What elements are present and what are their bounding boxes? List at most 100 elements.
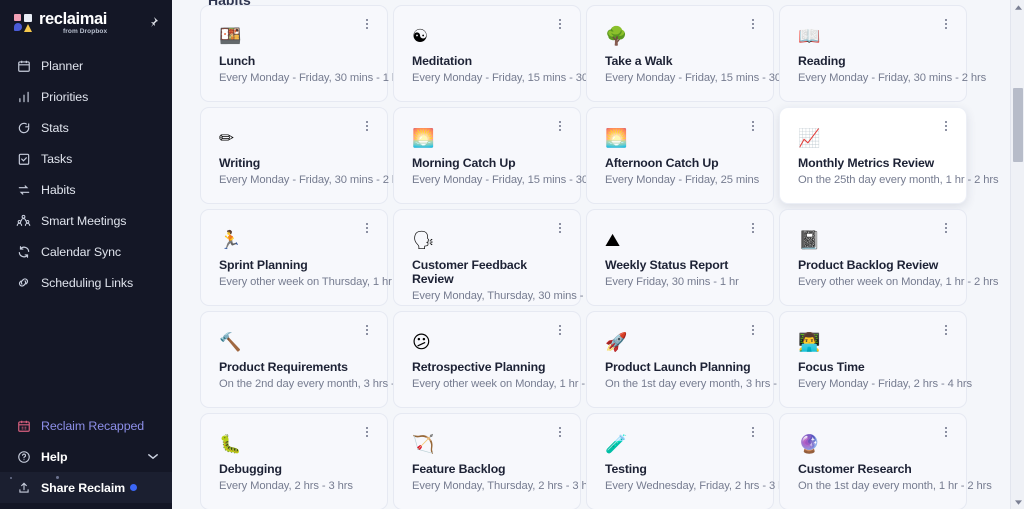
sidebar-nav: Planner Priorities Stats Tasks Habits Sm… — [0, 46, 172, 298]
habit-card-title: Monthly Metrics Review — [798, 156, 935, 170]
sidebar-item-habits[interactable]: Habits — [0, 174, 172, 205]
brand-name: reclaimai — [39, 9, 107, 28]
habit-card-title: Customer Feedback Review — [412, 258, 527, 286]
card-overflow-menu-icon[interactable] — [361, 119, 373, 133]
open-book-icon: 📖 — [798, 26, 821, 47]
card-overflow-menu-icon[interactable] — [747, 221, 759, 235]
sidebar-item-stats[interactable]: Stats — [0, 112, 172, 143]
brand-header[interactable]: reclaimai from Dropbox — [0, 0, 172, 46]
scrollbar-thumb[interactable] — [1013, 88, 1023, 162]
notification-dot — [130, 484, 138, 491]
habit-card-schedule: On the 1st day every month, 1 hr - 2 hrs — [798, 479, 992, 492]
card-overflow-menu-icon[interactable] — [361, 17, 373, 31]
card-overflow-menu-icon[interactable] — [940, 17, 952, 31]
card-overflow-menu-icon[interactable] — [361, 221, 373, 235]
clipboard-check-icon — [15, 150, 32, 167]
card-overflow-menu-icon[interactable] — [940, 119, 952, 133]
habit-card-title: Product Backlog Review — [798, 258, 939, 272]
habit-card-title: Retrospective Planning — [412, 360, 546, 374]
card-overflow-menu-icon[interactable] — [747, 119, 759, 133]
habit-card[interactable]: 📈 Monthly Metrics Review On the 25th day e… — [779, 107, 999, 204]
card-overflow-menu-icon[interactable] — [940, 323, 952, 337]
card-overflow-menu-icon[interactable] — [940, 425, 952, 439]
people-group-icon — [15, 212, 32, 229]
chart-increasing-icon: 📈 — [798, 128, 821, 149]
habit-card[interactable]: ⛰ Weekly Status Report Every Friday, 30 mi… — [586, 209, 774, 306]
habit-card[interactable]: 📓 Product Backlog Review Every other week … — [779, 209, 998, 306]
scroll-down-arrow-icon[interactable] — [1011, 495, 1024, 509]
brand-text: reclaimai from Dropbox — [39, 9, 108, 36]
habit-card[interactable]: ☯ Meditation Every Monday - Friday, 15 min… — [393, 5, 614, 102]
habit-card[interactable]: 🚀 Product Launch Planning On the 1st day e… — [586, 311, 804, 408]
bug-icon: 🐛 — [219, 434, 242, 455]
habit-card[interactable]: 🗣 Customer Feedback Review Every Monday, T… — [393, 209, 605, 306]
sparkle-decoration — [10, 477, 12, 479]
sidebar-item-calendar-sync[interactable]: Calendar Sync — [0, 236, 172, 267]
card-overflow-menu-icon[interactable] — [940, 221, 952, 235]
sidebar-item-planner[interactable]: Planner — [0, 50, 172, 81]
speaking-head-icon: 🗣 — [412, 230, 435, 251]
habit-card-title: Afternoon Catch Up — [605, 156, 719, 170]
vertical-scrollbar[interactable] — [1010, 0, 1024, 509]
habit-card-title: Meditation — [412, 54, 472, 68]
card-overflow-menu-icon[interactable] — [554, 425, 566, 439]
habit-card-title: Morning Catch Up — [412, 156, 516, 170]
share-upload-icon — [15, 479, 32, 496]
sidebar-item-smart-meetings[interactable]: Smart Meetings — [0, 205, 172, 236]
card-overflow-menu-icon[interactable] — [747, 17, 759, 31]
habit-card[interactable]: 📖 Reading Every Monday - Friday, 30 mins -… — [779, 5, 986, 102]
habit-card-schedule: Every Monday - Friday, 30 mins - 2 hrs — [219, 173, 408, 186]
card-overflow-menu-icon[interactable] — [361, 425, 373, 439]
habit-card-schedule: Every Friday, 30 mins - 1 hr — [605, 275, 739, 288]
mountain-icon: ⛰ — [605, 230, 621, 251]
habit-card[interactable]: 🍱 Lunch Every Monday - Friday, 30 mins - 1… — [200, 5, 402, 102]
link-icon — [15, 274, 32, 291]
pin-icon[interactable] — [146, 15, 160, 29]
habit-card[interactable]: 🏹 Feature Backlog Every Monday, Thursday, … — [393, 413, 597, 509]
sidebar-item-reclaim-recapped[interactable]: Reclaim Recapped — [0, 410, 172, 441]
sidebar-item-label: Priorities — [41, 89, 89, 104]
card-overflow-menu-icon[interactable] — [747, 323, 759, 337]
habit-card-title: Writing — [219, 156, 261, 170]
habit-card-title: Weekly Status Report — [605, 258, 729, 272]
habit-card[interactable]: 🌳 Take a Walk Every Monday - Friday, 15 mi… — [586, 5, 808, 102]
sidebar-item-share-reclaim[interactable]: Share Reclaim — [0, 472, 172, 503]
sidebar-item-help[interactable]: Help — [0, 441, 172, 472]
sidebar-item-label: Share Reclaim — [41, 480, 126, 495]
habit-card[interactable]: 🏃 Sprint Planning Every other week on Thur… — [200, 209, 426, 306]
habit-card[interactable]: 🧪 Testing Every Wednesday, Friday, 2 hrs -… — [586, 413, 793, 509]
habit-card-schedule: On the 2nd day every month, 3 hrs - 4 hr… — [219, 377, 422, 390]
scroll-up-arrow-icon[interactable] — [1011, 0, 1024, 14]
habit-card-schedule: Every Monday - Friday, 25 mins — [605, 173, 760, 186]
card-overflow-menu-icon[interactable] — [554, 323, 566, 337]
habit-card[interactable]: 😕 Retrospective Planning Every other week … — [393, 311, 612, 408]
tree-icon: 🌳 — [605, 26, 628, 47]
pencil-icon: ✏ — [219, 128, 235, 149]
habit-card[interactable]: 🌅 Morning Catch Up Every Monday - Friday, … — [393, 107, 614, 204]
habit-card-title: Customer Research — [798, 462, 912, 476]
habit-card[interactable]: 🐛 Debugging Every Monday, 2 hrs - 3 hrs — [200, 413, 388, 509]
habit-card-schedule: Every Monday - Friday, 30 mins - 1 hr — [219, 71, 402, 84]
scrollbar-marker-icon — [1012, 246, 1023, 257]
habit-card[interactable]: 🔮 Customer Research On the 1st day every m… — [779, 413, 992, 509]
habit-card[interactable]: ✏ Writing Every Monday - Friday, 30 mins -… — [200, 107, 408, 204]
card-overflow-menu-icon[interactable] — [554, 221, 566, 235]
card-overflow-menu-icon[interactable] — [361, 323, 373, 337]
card-overflow-menu-icon[interactable] — [554, 17, 566, 31]
sidebar-item-scheduling-links[interactable]: Scheduling Links — [0, 267, 172, 298]
sidebar-item-label: Stats — [41, 120, 69, 135]
brand-subtitle: from Dropbox — [63, 28, 108, 35]
rocket-icon: 🚀 — [605, 332, 628, 353]
sidebar-item-tasks[interactable]: Tasks — [0, 143, 172, 174]
habits-board: Habits 🍱 Lunch Every Monday - Friday, 30 m… — [172, 0, 1024, 509]
card-overflow-menu-icon[interactable] — [554, 119, 566, 133]
technologist-icon: 👨‍💻 — [798, 332, 821, 353]
chevron-down-icon[interactable] — [148, 452, 158, 462]
card-overflow-menu-icon[interactable] — [747, 425, 759, 439]
habit-card[interactable]: 👨‍💻 Focus Time Every Monday - Friday, 2 hr… — [779, 311, 972, 408]
habit-card-title: Product Requirements — [219, 360, 348, 374]
habit-card-schedule: Every Monday - Friday, 15 mins - 30 mins — [605, 71, 808, 84]
habit-card[interactable]: 🔨 Product Requirements On the 2nd day ever… — [200, 311, 422, 408]
sidebar-item-priorities[interactable]: Priorities — [0, 81, 172, 112]
habit-card[interactable]: 🌅 Afternoon Catch Up Every Monday - Friday… — [586, 107, 774, 204]
